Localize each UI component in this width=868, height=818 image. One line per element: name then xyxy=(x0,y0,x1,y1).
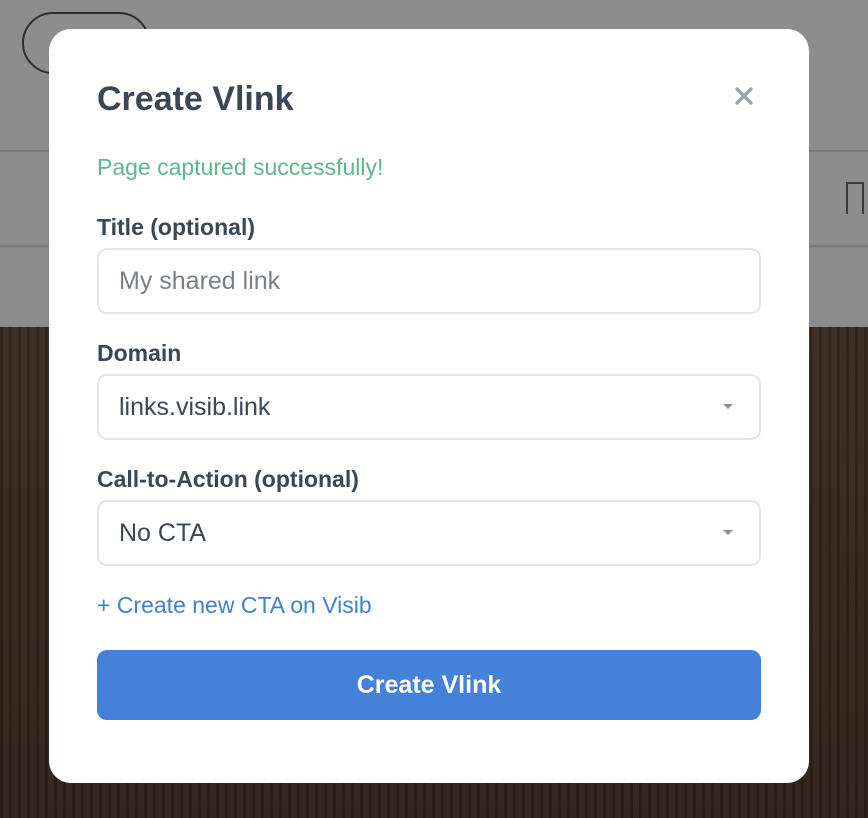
title-input[interactable] xyxy=(99,250,759,312)
title-field-label: Title (optional) xyxy=(97,214,256,240)
create-cta-link[interactable]: + Create new CTA on Visib xyxy=(97,591,372,619)
title-field xyxy=(97,248,761,314)
close-icon xyxy=(735,87,753,105)
chevron-down-icon xyxy=(723,530,733,535)
modal-title: Create Vlink xyxy=(97,80,294,118)
chevron-down-icon xyxy=(723,404,733,409)
domain-field-label: Domain xyxy=(97,340,182,366)
cta-field-label: Call-to-Action (optional) xyxy=(97,466,359,492)
close-button[interactable] xyxy=(727,79,761,113)
create-vlink-modal: Create Vlink Page captured successfully!… xyxy=(49,29,809,783)
status-message: Page captured successfully! xyxy=(97,154,384,180)
create-vlink-button[interactable]: Create Vlink xyxy=(97,650,761,720)
domain-select[interactable]: links.visib.link xyxy=(97,374,761,440)
cta-select[interactable]: No CTA xyxy=(97,500,761,566)
cta-select-value: No CTA xyxy=(119,519,207,547)
domain-select-value: links.visib.link xyxy=(119,393,271,421)
bookmark-icon xyxy=(846,182,864,214)
